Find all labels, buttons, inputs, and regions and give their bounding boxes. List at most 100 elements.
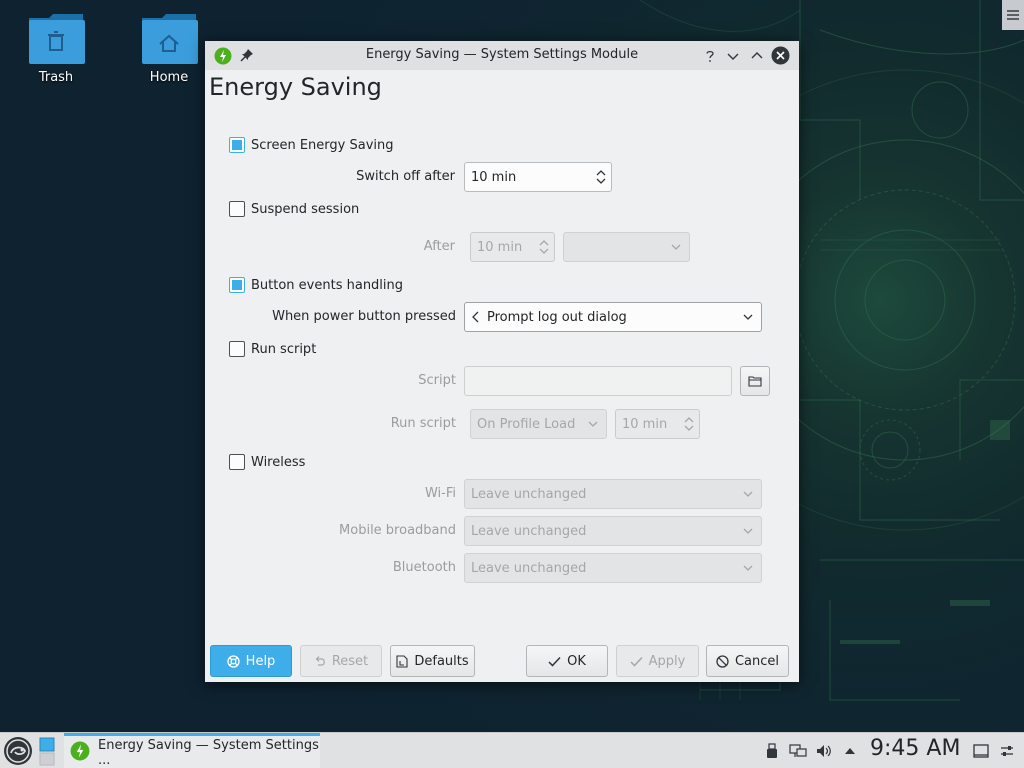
virtual-desktop-pager[interactable] xyxy=(38,735,58,767)
digital-clock[interactable]: 9:45 AM xyxy=(870,736,960,761)
panel-toolbox-button[interactable] xyxy=(1002,0,1024,30)
defaults-button[interactable]: Defaults xyxy=(390,645,475,677)
spinbox-value: 10 min xyxy=(477,239,523,255)
combobox-value: Leave unchanged xyxy=(471,560,587,576)
button-label: Cancel xyxy=(734,653,780,669)
chevron-down-icon xyxy=(743,528,753,534)
spinbox-value: 10 min xyxy=(622,416,668,432)
power-management-icon xyxy=(70,741,90,765)
spin-arrows-icon[interactable] xyxy=(596,168,606,186)
checkbox-unchecked-icon xyxy=(229,341,245,357)
home-folder-icon xyxy=(140,12,198,64)
taskbar: Energy Saving — System Settings ... 9:45… xyxy=(0,732,1024,768)
suspend-action-combobox[interactable] xyxy=(563,232,690,262)
desktop-icon-label: Home xyxy=(149,70,189,85)
chevron-up-icon xyxy=(751,52,763,59)
apply-button[interactable]: Apply xyxy=(616,645,699,677)
checkbox-label: Screen Energy Saving xyxy=(251,137,394,153)
combobox-value: Leave unchanged xyxy=(471,486,587,502)
settings-content: Energy Saving Screen Energy Saving Switc… xyxy=(205,70,799,682)
wireless-checkbox[interactable]: Wireless xyxy=(229,454,305,470)
chevron-down-icon xyxy=(727,53,739,60)
application-launcher-button[interactable] xyxy=(2,735,34,767)
checkbox-label: Button events handling xyxy=(251,277,404,293)
switch-off-after-spinbox[interactable]: 10 min xyxy=(464,162,612,192)
volume-icon[interactable] xyxy=(814,733,834,768)
spin-arrows-icon xyxy=(684,417,694,431)
run-script-checkbox[interactable]: Run script xyxy=(229,341,316,357)
show-desktop-icon[interactable] xyxy=(970,733,992,768)
script-path-input[interactable] xyxy=(464,366,732,396)
opensuse-logo-icon xyxy=(4,737,32,765)
mobile-broadband-combobox[interactable]: Leave unchanged xyxy=(464,516,762,546)
task-label: Energy Saving — System Settings ... xyxy=(98,737,319,768)
folder-open-icon xyxy=(748,376,762,387)
chevron-down-icon xyxy=(588,421,598,427)
desktop-icon-label: Trash xyxy=(38,70,74,85)
run-script-delay-spinbox[interactable]: 10 min xyxy=(615,409,700,439)
checkbox-label: Suspend session xyxy=(251,201,360,217)
taskbar-task-energy-saving[interactable]: Energy Saving — System Settings ... xyxy=(64,733,320,768)
bluetooth-combobox[interactable]: Leave unchanged xyxy=(464,553,762,583)
run-script-trigger-combobox[interactable]: On Profile Load xyxy=(470,409,607,439)
trash-folder-icon xyxy=(27,12,85,64)
checkbox-unchecked-icon xyxy=(229,201,245,217)
checkbox-checked-icon xyxy=(229,137,245,153)
checkbox-unchecked-icon xyxy=(229,454,245,470)
ok-button[interactable]: OK xyxy=(526,645,608,677)
browse-script-button[interactable] xyxy=(740,366,770,396)
script-label: Script xyxy=(418,373,456,388)
mobile-broadband-label: Mobile broadband xyxy=(339,523,456,538)
maximize-button[interactable] xyxy=(748,47,766,65)
desktop-icon-trash[interactable]: Trash xyxy=(21,12,91,85)
question-icon xyxy=(706,50,714,62)
switch-off-after-label: Switch off after xyxy=(356,169,455,184)
cancel-button[interactable]: Cancel xyxy=(706,645,789,677)
context-help-button[interactable] xyxy=(701,47,719,65)
spinbox-value: 10 min xyxy=(471,169,517,185)
button-label: Apply xyxy=(648,653,686,669)
panel-settings-icon[interactable] xyxy=(996,733,1018,768)
spin-arrows-icon xyxy=(539,240,549,254)
reset-button[interactable]: Reset xyxy=(300,645,382,677)
close-icon xyxy=(771,46,790,65)
wifi-combobox[interactable]: Leave unchanged xyxy=(464,479,762,509)
screen-energy-saving-checkbox[interactable]: Screen Energy Saving xyxy=(229,137,394,153)
undo-icon xyxy=(314,655,326,667)
combobox-value: Prompt log out dialog xyxy=(487,309,627,325)
window-titlebar[interactable]: Energy Saving — System Settings Module xyxy=(205,41,799,70)
power-button-action-combobox[interactable]: Prompt log out dialog xyxy=(464,302,762,332)
chevron-left-icon xyxy=(472,311,479,323)
button-events-checkbox[interactable]: Button events handling xyxy=(229,277,403,293)
cancel-icon xyxy=(716,654,729,668)
network-wired-icon[interactable] xyxy=(788,733,808,768)
chevron-down-icon xyxy=(743,565,753,571)
suspend-after-spinbox[interactable]: 10 min xyxy=(470,232,555,262)
show-hidden-icons-arrow-icon[interactable] xyxy=(841,733,859,768)
help-button[interactable]: Help xyxy=(210,645,292,677)
checkmark-icon xyxy=(630,656,643,667)
chevron-down-icon xyxy=(743,314,753,320)
button-label: Defaults xyxy=(414,653,469,669)
usb-device-icon[interactable] xyxy=(764,733,780,768)
power-button-label: When power button pressed xyxy=(272,309,456,324)
close-button[interactable] xyxy=(771,46,790,65)
minimize-button[interactable] xyxy=(724,47,742,65)
combobox-value: Leave unchanged xyxy=(471,523,587,539)
suspend-session-checkbox[interactable]: Suspend session xyxy=(229,201,359,217)
checkbox-checked-icon xyxy=(229,277,245,293)
button-label: Help xyxy=(245,653,276,669)
desktop-icon-home[interactable]: Home xyxy=(134,12,204,85)
checkbox-label: Wireless xyxy=(251,454,306,470)
page-title: Energy Saving xyxy=(209,73,382,101)
chevron-down-icon xyxy=(743,491,753,497)
document-revert-icon xyxy=(396,654,408,668)
checkbox-label: Run script xyxy=(251,341,317,357)
combobox-value: On Profile Load xyxy=(477,416,576,432)
energy-saving-window: Energy Saving — System Settings Module E… xyxy=(205,41,799,682)
bluetooth-label: Bluetooth xyxy=(392,560,456,575)
help-lifebuoy-icon xyxy=(227,654,240,668)
chevron-down-icon xyxy=(671,244,681,250)
wifi-label: Wi-Fi xyxy=(424,486,456,501)
button-label: OK xyxy=(567,653,586,669)
